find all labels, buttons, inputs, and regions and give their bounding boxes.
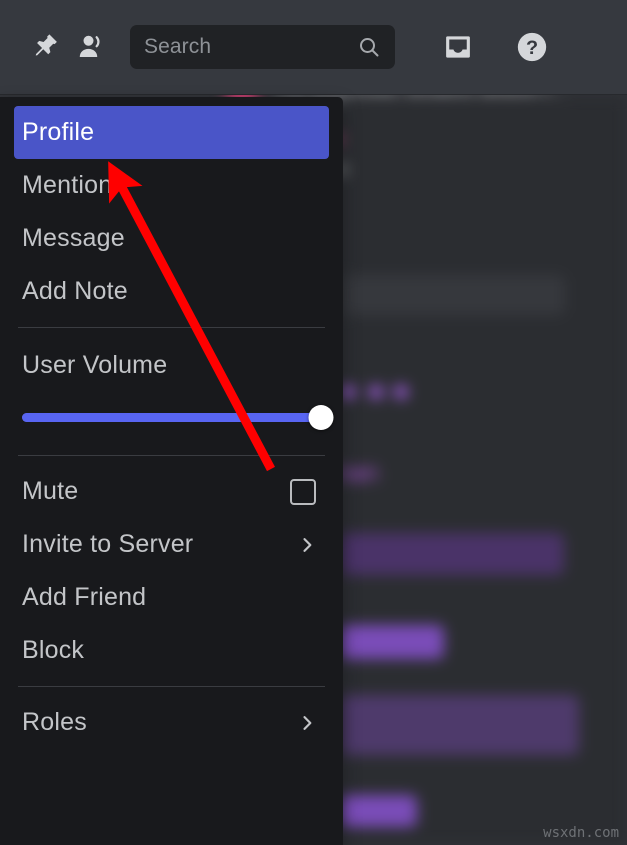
members-icon[interactable] bbox=[68, 24, 114, 70]
search-icon bbox=[357, 35, 381, 59]
pin-icon[interactable] bbox=[22, 24, 68, 70]
menu-separator bbox=[18, 686, 325, 687]
discord-window: The psychotic drowns where t... s ing to… bbox=[0, 0, 627, 845]
menu-item-label: Roles bbox=[22, 708, 87, 736]
menu-item-mention[interactable]: Mention bbox=[14, 159, 329, 212]
list-item bbox=[335, 275, 565, 315]
menu-separator bbox=[18, 327, 325, 328]
list-item bbox=[339, 533, 564, 575]
channel-toolbar: Search ? bbox=[0, 0, 627, 95]
menu-item-label: Add Note bbox=[22, 277, 128, 305]
list-item bbox=[339, 695, 579, 755]
member-list-panel: nan bbox=[335, 95, 627, 845]
user-volume-slider[interactable] bbox=[22, 405, 334, 430]
user-context-menu: Profile Mention Message Add Note User Vo… bbox=[0, 97, 343, 845]
user-volume-block: User Volume bbox=[0, 337, 343, 446]
watermark: wsxdn.com bbox=[543, 825, 619, 841]
search-placeholder: Search bbox=[144, 35, 212, 58]
menu-item-message[interactable]: Message bbox=[14, 212, 329, 265]
svg-text:?: ? bbox=[526, 37, 538, 59]
user-volume-label: User Volume bbox=[22, 351, 168, 379]
mute-checkbox[interactable] bbox=[290, 478, 316, 505]
menu-item-profile[interactable]: Profile bbox=[14, 106, 329, 159]
list-item bbox=[339, 625, 444, 659]
slider-fill bbox=[22, 413, 321, 422]
inbox-icon[interactable] bbox=[435, 24, 481, 70]
chevron-right-icon bbox=[297, 535, 321, 555]
menu-item-label: Mention bbox=[22, 171, 113, 199]
menu-item-roles[interactable]: Roles bbox=[14, 696, 329, 749]
menu-item-label: Block bbox=[22, 636, 85, 664]
slider-thumb[interactable] bbox=[308, 405, 334, 430]
menu-item-label: Invite to Server bbox=[22, 530, 194, 558]
menu-item-label: Add Friend bbox=[22, 583, 147, 611]
search-input[interactable]: Search bbox=[130, 25, 395, 69]
list-item bbox=[341, 385, 355, 399]
menu-item-mute[interactable]: Mute bbox=[14, 465, 329, 518]
menu-separator bbox=[18, 455, 325, 456]
list-item bbox=[339, 795, 417, 827]
menu-item-add-friend[interactable]: Add Friend bbox=[14, 571, 329, 624]
list-item bbox=[394, 385, 408, 399]
list-item bbox=[369, 385, 383, 399]
chevron-right-icon bbox=[297, 713, 321, 733]
menu-item-block[interactable]: Block bbox=[14, 624, 329, 677]
menu-item-label: Profile bbox=[22, 118, 95, 146]
help-icon[interactable]: ? bbox=[509, 24, 555, 70]
menu-item-add-note[interactable]: Add Note bbox=[14, 265, 329, 318]
menu-item-invite-to-server[interactable]: Invite to Server bbox=[14, 518, 329, 571]
menu-item-label: Message bbox=[22, 224, 125, 252]
menu-item-label: Mute bbox=[22, 477, 79, 505]
